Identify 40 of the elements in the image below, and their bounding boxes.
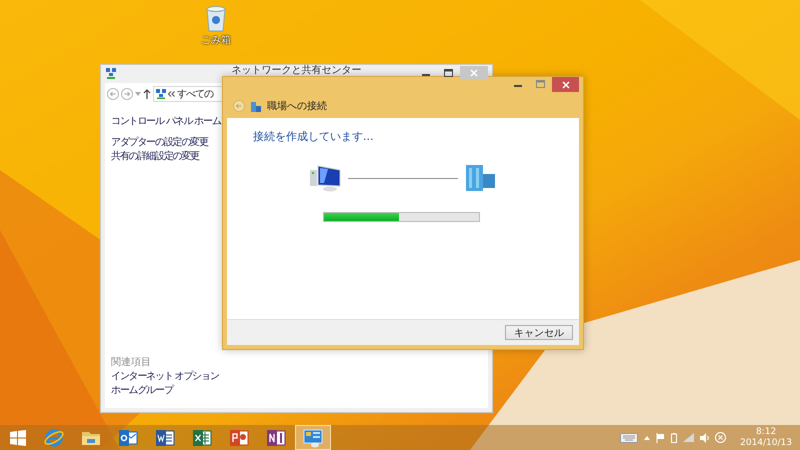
section-heading: 関連項目	[111, 356, 152, 370]
status-text: 接続を作成しています...	[253, 129, 374, 144]
forward-icon[interactable]	[121, 88, 133, 100]
dropdown-icon[interactable]	[135, 92, 141, 96]
start-icon[interactable]	[10, 430, 26, 446]
close-icon	[562, 80, 570, 88]
caret-icon[interactable]	[644, 436, 650, 440]
battery-icon[interactable]	[671, 432, 678, 442]
computer-icon	[310, 164, 342, 192]
chevron-icon	[168, 91, 175, 97]
taskbar-button[interactable]	[295, 425, 331, 450]
keyboard-icon[interactable]	[620, 432, 638, 442]
maximize-icon	[444, 69, 452, 77]
building-icon	[250, 100, 262, 112]
mail-icon	[118, 428, 138, 448]
building-icon	[464, 164, 496, 192]
cancel-button[interactable]: キャンセル	[505, 325, 573, 340]
sidebar-link[interactable]: ホームグループ	[111, 384, 472, 398]
browser-icon	[44, 428, 64, 448]
maximize-icon	[536, 80, 544, 88]
close-button[interactable]	[552, 77, 579, 92]
address-text: すべての	[177, 88, 213, 101]
close-icon	[470, 69, 478, 77]
control-panel-icon	[303, 428, 323, 448]
sidebar-link[interactable]: インターネット オプション	[111, 370, 472, 384]
back-icon[interactable]	[107, 88, 119, 100]
network-icon	[105, 67, 117, 79]
network-icon	[156, 89, 166, 99]
document-icon	[155, 428, 175, 448]
back-icon[interactable]	[233, 100, 245, 112]
window-title: ネットワークと共有センター	[232, 65, 362, 76]
presentation-icon	[229, 428, 249, 448]
notebook-icon	[266, 428, 286, 448]
spreadsheet-icon	[192, 428, 212, 448]
close-circle-icon[interactable]	[715, 432, 726, 443]
speaker-icon[interactable]	[700, 432, 710, 442]
signal-icon[interactable]	[683, 433, 694, 442]
dialog-title: 職場への接続	[267, 100, 327, 112]
flag-icon[interactable]	[656, 432, 666, 442]
up-arrow-icon[interactable]	[143, 89, 151, 99]
